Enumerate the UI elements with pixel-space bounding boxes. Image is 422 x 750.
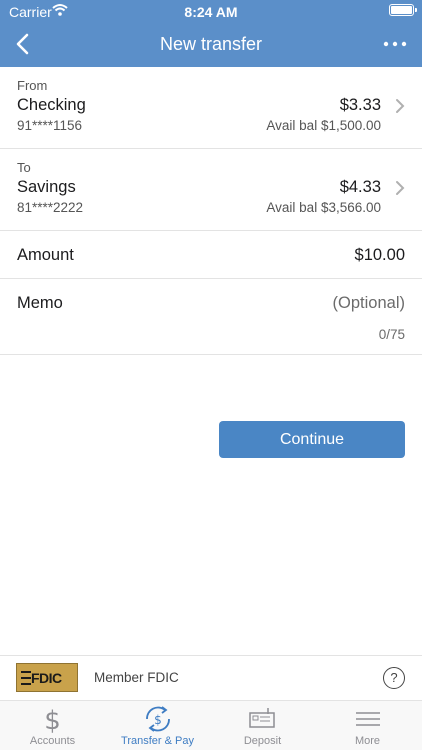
tab-label: Transfer & Pay [121, 735, 194, 747]
tab-label: Accounts [29, 735, 76, 747]
memo-label: Memo [17, 294, 63, 312]
amount-input[interactable]: $10.00 [355, 246, 405, 265]
continue-button[interactable]: Continue [219, 421, 405, 458]
tab-accounts[interactable]: $ Accounts [0, 701, 105, 750]
clock: 8:24 AM [184, 4, 238, 20]
nav-bar: New transfer [0, 24, 422, 67]
tab-deposit[interactable]: Deposit [210, 701, 315, 750]
to-available-balance: Avail bal $3,566.00 [266, 200, 381, 215]
tab-transfer-pay[interactable]: $ Transfer & Pay [105, 701, 210, 750]
fdic-logo-mark-icon [21, 671, 31, 685]
svg-text:$: $ [44, 706, 61, 733]
tab-bar: $ Accounts $ Transfer & Pay Deposit More [0, 701, 422, 750]
memo-char-count: 0/75 [378, 327, 405, 342]
from-account-name: Checking [17, 96, 86, 114]
from-account-number: 91****1156 [17, 118, 83, 133]
member-fdic-text: Member FDIC [94, 670, 179, 685]
page-title: New transfer [159, 34, 263, 54]
check-deposit-icon [249, 708, 275, 728]
fdic-banner: FDIC Member FDIC ? [0, 655, 422, 701]
chevron-right-icon [396, 99, 405, 113]
more-options-icon[interactable] [382, 32, 408, 56]
memo-row[interactable]: Memo (Optional) 0/75 [0, 279, 422, 355]
app-header: Carrier 8:24 AM New transfer [0, 0, 422, 67]
help-icon[interactable]: ? [383, 667, 405, 689]
tab-more[interactable]: More [315, 701, 420, 750]
tab-label: Deposit [243, 735, 282, 747]
to-label: To [17, 160, 31, 175]
menu-icon [356, 712, 380, 726]
to-account-row[interactable]: To Savings 81****2222 $4.33 Avail bal $3… [0, 149, 422, 231]
tab-label: More [354, 735, 381, 747]
memo-input[interactable]: (Optional) [333, 294, 405, 313]
from-account-row[interactable]: From Checking 91****1156 $3.33 Avail bal… [0, 67, 422, 149]
chevron-right-icon [396, 181, 405, 195]
transfer-icon: $ [146, 706, 170, 732]
from-label: From [17, 78, 48, 93]
amount-row[interactable]: Amount $10.00 [0, 231, 422, 279]
fdic-logo: FDIC [16, 663, 78, 692]
battery-icon [389, 4, 417, 16]
to-account-number: 81****2222 [17, 200, 84, 215]
amount-label: Amount [17, 246, 74, 264]
from-available-balance: Avail bal $1,500.00 [266, 118, 381, 133]
from-account-balance: $3.33 [339, 96, 381, 114]
to-account-name: Savings [17, 178, 76, 196]
fdic-logo-text: FDIC [31, 670, 62, 686]
to-account-balance: $4.33 [339, 178, 381, 196]
status-bar: Carrier 8:24 AM [0, 0, 422, 24]
dollar-icon: $ [44, 706, 61, 733]
svg-text:$: $ [154, 713, 162, 727]
